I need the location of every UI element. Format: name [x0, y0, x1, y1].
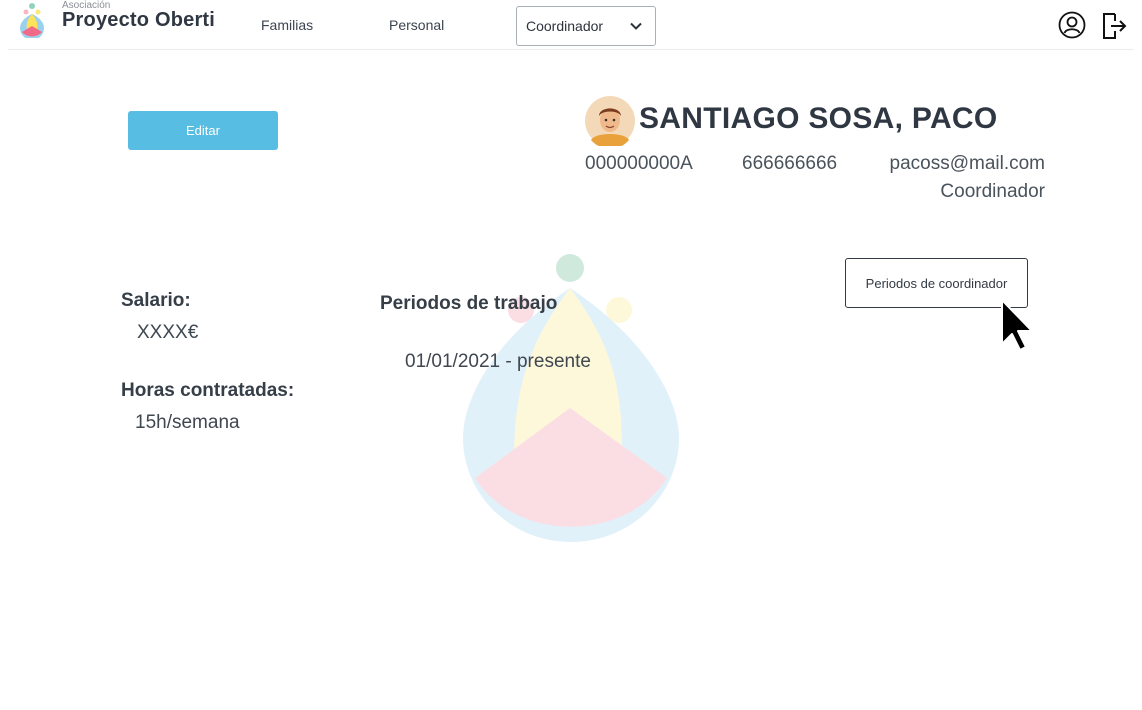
edit-button[interactable]: Editar	[128, 111, 278, 150]
logout-icon[interactable]	[1101, 11, 1127, 41]
role-select-value: Coordinador	[526, 18, 604, 34]
mouse-pointer-icon	[1001, 299, 1033, 351]
hours-value: 15h/semana	[135, 412, 240, 433]
profile-header: SANTIAGO SOSA, PACO 000000000A 666666666…	[585, 96, 1045, 216]
work-periods-label: Periodos de trabajo	[380, 293, 558, 314]
nav-familias[interactable]: Familias	[261, 17, 313, 33]
brand[interactable]: Asociación Proyecto Oberti	[18, 0, 218, 44]
brand-name: Proyecto Oberti	[62, 9, 216, 31]
avatar	[585, 96, 635, 146]
nav-personal[interactable]: Personal	[389, 17, 444, 33]
profile-role: Coordinador	[940, 181, 1045, 202]
salary-value: XXXX€	[137, 322, 199, 343]
chevron-down-icon	[630, 22, 642, 30]
work-period-item: 01/01/2021 - presente	[405, 351, 591, 372]
hours-label: Horas contratadas:	[121, 380, 295, 401]
role-select[interactable]: Coordinador	[516, 6, 656, 46]
profile-email: pacoss@mail.com	[889, 153, 1046, 174]
profile-phone: 666666666	[742, 153, 838, 174]
oberti-logo-icon	[20, 3, 44, 38]
profile-id: 000000000A	[585, 153, 693, 174]
salary-label: Salario:	[121, 290, 191, 311]
top-navbar: Asociación Proyecto Oberti Familias Pers…	[8, 0, 1134, 50]
profile-name: SANTIAGO SOSA, PACO	[639, 102, 998, 135]
user-circle-icon[interactable]	[1058, 11, 1086, 39]
